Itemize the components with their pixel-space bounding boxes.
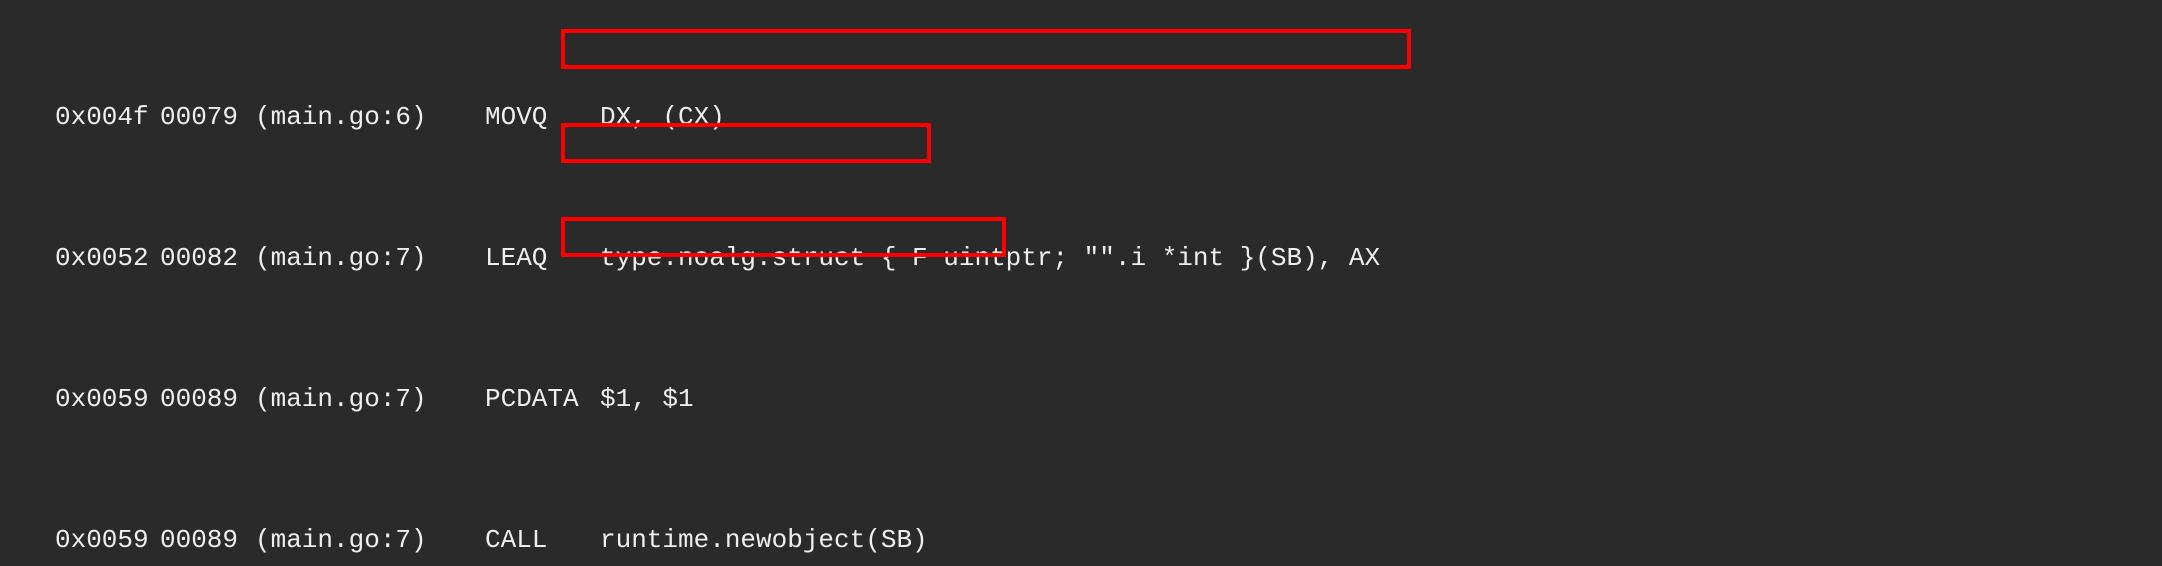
asm-line: 0x005900089(main.go:7)CALLruntime.newobj… [55, 517, 2162, 564]
addr: 0x0059 [55, 517, 160, 564]
addr: 0x0059 [55, 376, 160, 423]
offset: 00089 [160, 376, 255, 423]
mnemonic: MOVQ [485, 94, 600, 141]
args: runtime.newobject(SB) [600, 517, 928, 564]
highlight-box [561, 29, 1411, 69]
addr: 0x0052 [55, 235, 160, 282]
location: (main.go:7) [255, 376, 485, 423]
addr: 0x004f [55, 94, 160, 141]
asm-line: 0x005200082(main.go:7)LEAQtype.noalg.str… [55, 235, 2162, 282]
args: type.noalg.struct { F uintptr; "".i *int… [600, 235, 1380, 282]
offset: 00089 [160, 517, 255, 564]
mnemonic: PCDATA [485, 376, 600, 423]
location: (main.go:7) [255, 235, 485, 282]
mnemonic: CALL [485, 517, 600, 564]
asm-line: 0x004f00079(main.go:6)MOVQDX, (CX) [55, 94, 2162, 141]
location: (main.go:7) [255, 517, 485, 564]
mnemonic: LEAQ [485, 235, 600, 282]
args: $1, $1 [600, 376, 694, 423]
offset: 00082 [160, 235, 255, 282]
assembly-listing: 0x004f00079(main.go:6)MOVQDX, (CX) 0x005… [0, 0, 2162, 566]
asm-line: 0x005900089(main.go:7)PCDATA$1, $1 [55, 376, 2162, 423]
location: (main.go:6) [255, 94, 485, 141]
offset: 00079 [160, 94, 255, 141]
args: DX, (CX) [600, 94, 725, 141]
